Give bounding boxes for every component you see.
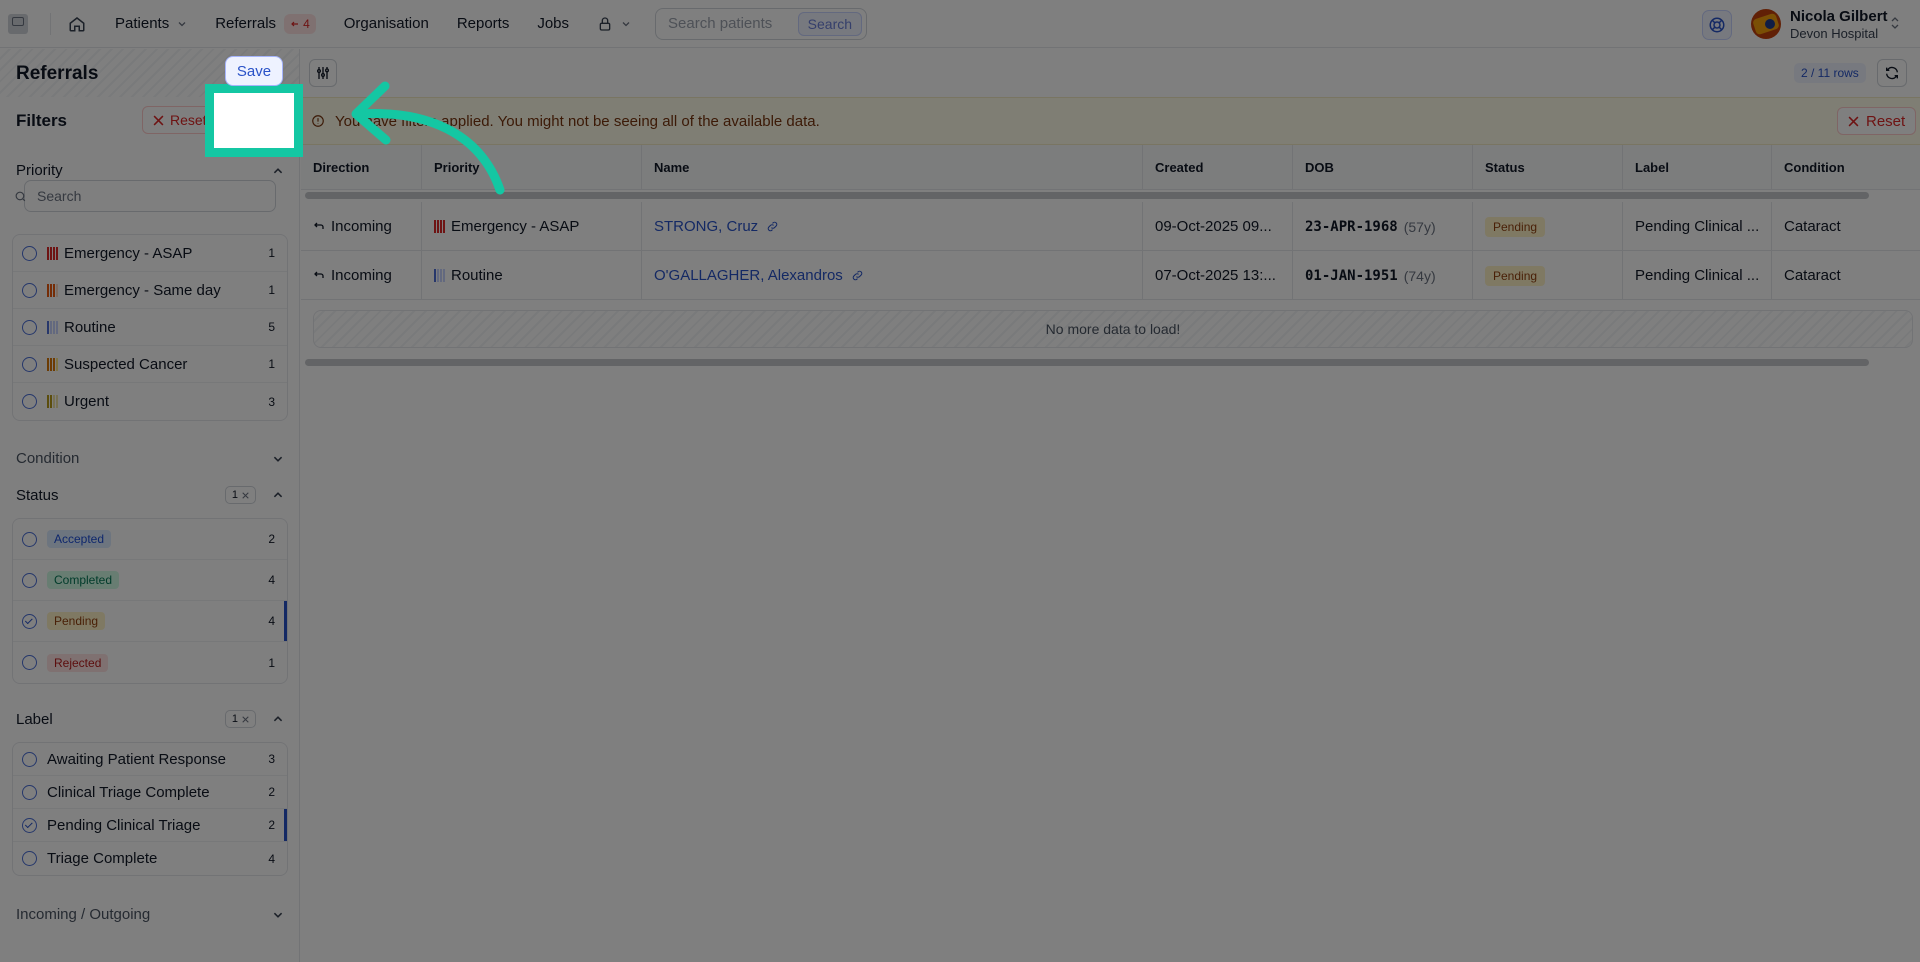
tutorial-highlight-frame — [205, 84, 303, 157]
save-filters-button[interactable]: Save — [225, 56, 283, 86]
tutorial-arrow-icon — [351, 81, 505, 195]
